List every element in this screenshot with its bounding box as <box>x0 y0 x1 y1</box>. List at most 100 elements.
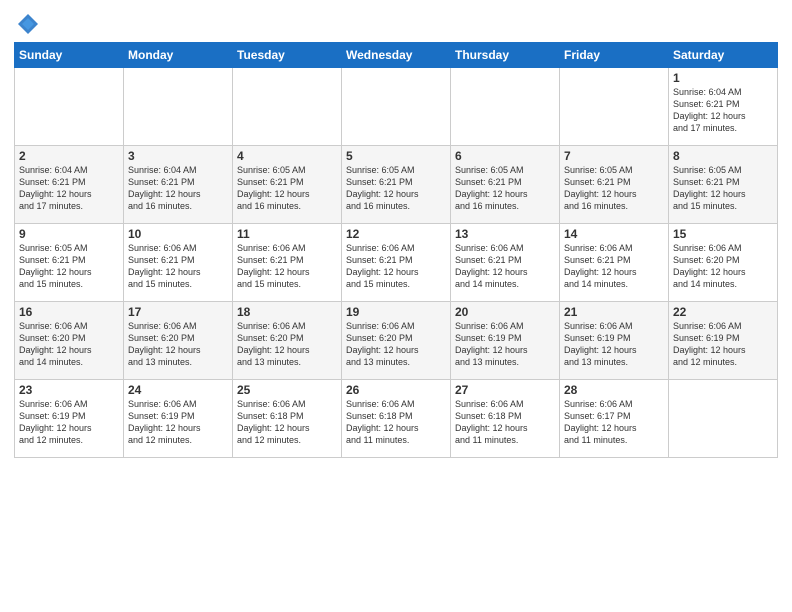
day-number: 9 <box>19 227 119 241</box>
calendar-cell: 18Sunrise: 6:06 AM Sunset: 6:20 PM Dayli… <box>233 302 342 380</box>
day-info: Sunrise: 6:06 AM Sunset: 6:19 PM Dayligh… <box>455 320 555 369</box>
calendar-cell: 13Sunrise: 6:06 AM Sunset: 6:21 PM Dayli… <box>451 224 560 302</box>
day-info: Sunrise: 6:06 AM Sunset: 6:20 PM Dayligh… <box>128 320 228 369</box>
calendar-cell: 6Sunrise: 6:05 AM Sunset: 6:21 PM Daylig… <box>451 146 560 224</box>
week-row-5: 23Sunrise: 6:06 AM Sunset: 6:19 PM Dayli… <box>15 380 778 458</box>
day-number: 23 <box>19 383 119 397</box>
day-number: 22 <box>673 305 773 319</box>
day-info: Sunrise: 6:05 AM Sunset: 6:21 PM Dayligh… <box>346 164 446 213</box>
day-number: 13 <box>455 227 555 241</box>
day-info: Sunrise: 6:06 AM Sunset: 6:21 PM Dayligh… <box>346 242 446 291</box>
day-number: 17 <box>128 305 228 319</box>
day-number: 20 <box>455 305 555 319</box>
calendar-cell: 8Sunrise: 6:05 AM Sunset: 6:21 PM Daylig… <box>669 146 778 224</box>
calendar-cell: 11Sunrise: 6:06 AM Sunset: 6:21 PM Dayli… <box>233 224 342 302</box>
day-number: 25 <box>237 383 337 397</box>
day-info: Sunrise: 6:06 AM Sunset: 6:18 PM Dayligh… <box>455 398 555 447</box>
calendar-cell <box>124 68 233 146</box>
calendar-cell: 12Sunrise: 6:06 AM Sunset: 6:21 PM Dayli… <box>342 224 451 302</box>
day-info: Sunrise: 6:06 AM Sunset: 6:19 PM Dayligh… <box>19 398 119 447</box>
day-info: Sunrise: 6:06 AM Sunset: 6:20 PM Dayligh… <box>673 242 773 291</box>
day-info: Sunrise: 6:06 AM Sunset: 6:21 PM Dayligh… <box>455 242 555 291</box>
calendar-cell: 5Sunrise: 6:05 AM Sunset: 6:21 PM Daylig… <box>342 146 451 224</box>
calendar-cell <box>342 68 451 146</box>
day-number: 24 <box>128 383 228 397</box>
weekday-header-monday: Monday <box>124 43 233 68</box>
day-number: 27 <box>455 383 555 397</box>
day-number: 4 <box>237 149 337 163</box>
calendar-cell: 23Sunrise: 6:06 AM Sunset: 6:19 PM Dayli… <box>15 380 124 458</box>
day-number: 7 <box>564 149 664 163</box>
day-number: 15 <box>673 227 773 241</box>
weekday-header-tuesday: Tuesday <box>233 43 342 68</box>
day-number: 1 <box>673 71 773 85</box>
day-info: Sunrise: 6:06 AM Sunset: 6:18 PM Dayligh… <box>346 398 446 447</box>
day-info: Sunrise: 6:05 AM Sunset: 6:21 PM Dayligh… <box>455 164 555 213</box>
day-number: 3 <box>128 149 228 163</box>
calendar-cell: 2Sunrise: 6:04 AM Sunset: 6:21 PM Daylig… <box>15 146 124 224</box>
day-number: 11 <box>237 227 337 241</box>
day-info: Sunrise: 6:04 AM Sunset: 6:21 PM Dayligh… <box>128 164 228 213</box>
calendar-cell: 26Sunrise: 6:06 AM Sunset: 6:18 PM Dayli… <box>342 380 451 458</box>
day-number: 2 <box>19 149 119 163</box>
header <box>14 10 778 38</box>
day-number: 16 <box>19 305 119 319</box>
day-info: Sunrise: 6:06 AM Sunset: 6:17 PM Dayligh… <box>564 398 664 447</box>
weekday-header-sunday: Sunday <box>15 43 124 68</box>
weekday-header-friday: Friday <box>560 43 669 68</box>
day-number: 19 <box>346 305 446 319</box>
calendar-cell: 3Sunrise: 6:04 AM Sunset: 6:21 PM Daylig… <box>124 146 233 224</box>
calendar-cell <box>233 68 342 146</box>
day-number: 6 <box>455 149 555 163</box>
calendar-cell: 7Sunrise: 6:05 AM Sunset: 6:21 PM Daylig… <box>560 146 669 224</box>
day-info: Sunrise: 6:06 AM Sunset: 6:19 PM Dayligh… <box>673 320 773 369</box>
calendar-cell: 4Sunrise: 6:05 AM Sunset: 6:21 PM Daylig… <box>233 146 342 224</box>
calendar-cell: 16Sunrise: 6:06 AM Sunset: 6:20 PM Dayli… <box>15 302 124 380</box>
day-info: Sunrise: 6:06 AM Sunset: 6:20 PM Dayligh… <box>19 320 119 369</box>
calendar-cell: 25Sunrise: 6:06 AM Sunset: 6:18 PM Dayli… <box>233 380 342 458</box>
day-info: Sunrise: 6:06 AM Sunset: 6:18 PM Dayligh… <box>237 398 337 447</box>
day-info: Sunrise: 6:06 AM Sunset: 6:21 PM Dayligh… <box>237 242 337 291</box>
day-number: 8 <box>673 149 773 163</box>
day-info: Sunrise: 6:05 AM Sunset: 6:21 PM Dayligh… <box>19 242 119 291</box>
day-info: Sunrise: 6:06 AM Sunset: 6:20 PM Dayligh… <box>237 320 337 369</box>
weekday-header-thursday: Thursday <box>451 43 560 68</box>
day-info: Sunrise: 6:06 AM Sunset: 6:19 PM Dayligh… <box>128 398 228 447</box>
calendar-cell: 15Sunrise: 6:06 AM Sunset: 6:20 PM Dayli… <box>669 224 778 302</box>
calendar-cell: 10Sunrise: 6:06 AM Sunset: 6:21 PM Dayli… <box>124 224 233 302</box>
day-number: 10 <box>128 227 228 241</box>
week-row-3: 9Sunrise: 6:05 AM Sunset: 6:21 PM Daylig… <box>15 224 778 302</box>
calendar-cell <box>15 68 124 146</box>
day-info: Sunrise: 6:05 AM Sunset: 6:21 PM Dayligh… <box>237 164 337 213</box>
day-info: Sunrise: 6:06 AM Sunset: 6:19 PM Dayligh… <box>564 320 664 369</box>
day-info: Sunrise: 6:06 AM Sunset: 6:21 PM Dayligh… <box>564 242 664 291</box>
day-info: Sunrise: 6:05 AM Sunset: 6:21 PM Dayligh… <box>564 164 664 213</box>
calendar-cell <box>560 68 669 146</box>
day-info: Sunrise: 6:04 AM Sunset: 6:21 PM Dayligh… <box>673 86 773 135</box>
day-info: Sunrise: 6:05 AM Sunset: 6:21 PM Dayligh… <box>673 164 773 213</box>
calendar-cell: 27Sunrise: 6:06 AM Sunset: 6:18 PM Dayli… <box>451 380 560 458</box>
calendar-table: SundayMondayTuesdayWednesdayThursdayFrid… <box>14 42 778 458</box>
calendar-cell: 21Sunrise: 6:06 AM Sunset: 6:19 PM Dayli… <box>560 302 669 380</box>
page-container: SundayMondayTuesdayWednesdayThursdayFrid… <box>0 0 792 464</box>
logo-icon <box>14 10 42 38</box>
week-row-1: 1Sunrise: 6:04 AM Sunset: 6:21 PM Daylig… <box>15 68 778 146</box>
calendar-cell: 17Sunrise: 6:06 AM Sunset: 6:20 PM Dayli… <box>124 302 233 380</box>
day-number: 14 <box>564 227 664 241</box>
weekday-header-saturday: Saturday <box>669 43 778 68</box>
day-info: Sunrise: 6:06 AM Sunset: 6:20 PM Dayligh… <box>346 320 446 369</box>
calendar-cell: 19Sunrise: 6:06 AM Sunset: 6:20 PM Dayli… <box>342 302 451 380</box>
weekday-header-wednesday: Wednesday <box>342 43 451 68</box>
calendar-cell: 20Sunrise: 6:06 AM Sunset: 6:19 PM Dayli… <box>451 302 560 380</box>
day-info: Sunrise: 6:04 AM Sunset: 6:21 PM Dayligh… <box>19 164 119 213</box>
calendar-cell: 28Sunrise: 6:06 AM Sunset: 6:17 PM Dayli… <box>560 380 669 458</box>
day-number: 12 <box>346 227 446 241</box>
day-number: 21 <box>564 305 664 319</box>
calendar-cell: 9Sunrise: 6:05 AM Sunset: 6:21 PM Daylig… <box>15 224 124 302</box>
logo <box>14 10 46 38</box>
calendar-cell <box>451 68 560 146</box>
weekday-header-row: SundayMondayTuesdayWednesdayThursdayFrid… <box>15 43 778 68</box>
calendar-cell <box>669 380 778 458</box>
calendar-cell: 1Sunrise: 6:04 AM Sunset: 6:21 PM Daylig… <box>669 68 778 146</box>
day-info: Sunrise: 6:06 AM Sunset: 6:21 PM Dayligh… <box>128 242 228 291</box>
